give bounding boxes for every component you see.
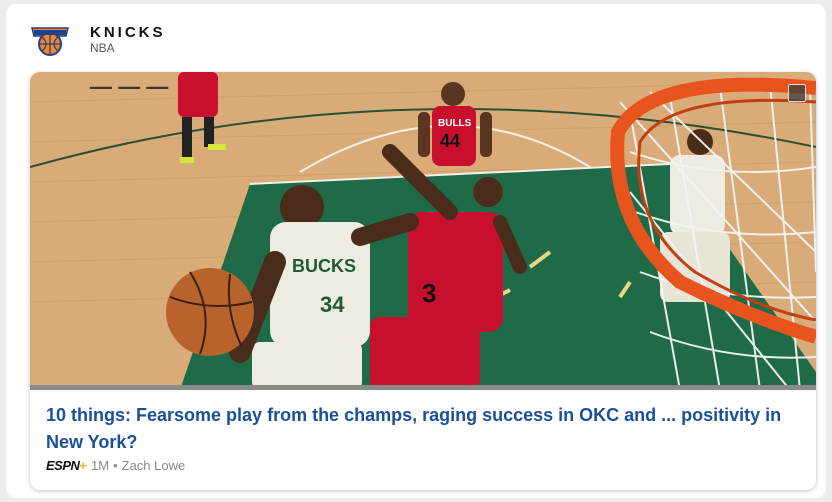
image-divider — [30, 385, 816, 390]
article-author: Zach Lowe — [121, 458, 186, 473]
jersey-number-3: 3 — [422, 278, 436, 308]
jersey-number-44: 44 — [440, 131, 460, 151]
league-label: NBA — [90, 41, 115, 55]
team-name: KNICKS — [90, 24, 166, 41]
espn-logo-icon: ESPN — [46, 458, 80, 473]
team-header[interactable]: KNICKS NBA — [28, 18, 166, 62]
svg-text:— — —: — — — — [90, 74, 168, 99]
article-headline[interactable]: 10 things: Fearsome play from the champs… — [46, 402, 786, 456]
article-image[interactable]: — — — 44 BULLS 3 BUCKS 34 — [30, 72, 816, 390]
jersey-number-34: 34 — [320, 292, 345, 317]
bulls-wordmark: BULLS — [438, 118, 472, 129]
article-meta: ESPN + 1M • Zach Lowe — [46, 458, 185, 473]
article-age: 1M — [91, 458, 110, 473]
image-gallery-icon[interactable] — [788, 84, 806, 102]
news-panel: KNICKS NBA — — — 44 BULLS 3 BUCKS 34 10 … — [6, 4, 826, 498]
bucks-wordmark: BUCKS — [292, 256, 356, 276]
article-card[interactable]: — — — 44 BULLS 3 BUCKS 34 10 things: Fea… — [30, 72, 816, 490]
knicks-logo-icon — [28, 20, 72, 60]
espn-plus-badge: + — [79, 458, 87, 473]
meta-separator: • — [113, 458, 118, 473]
